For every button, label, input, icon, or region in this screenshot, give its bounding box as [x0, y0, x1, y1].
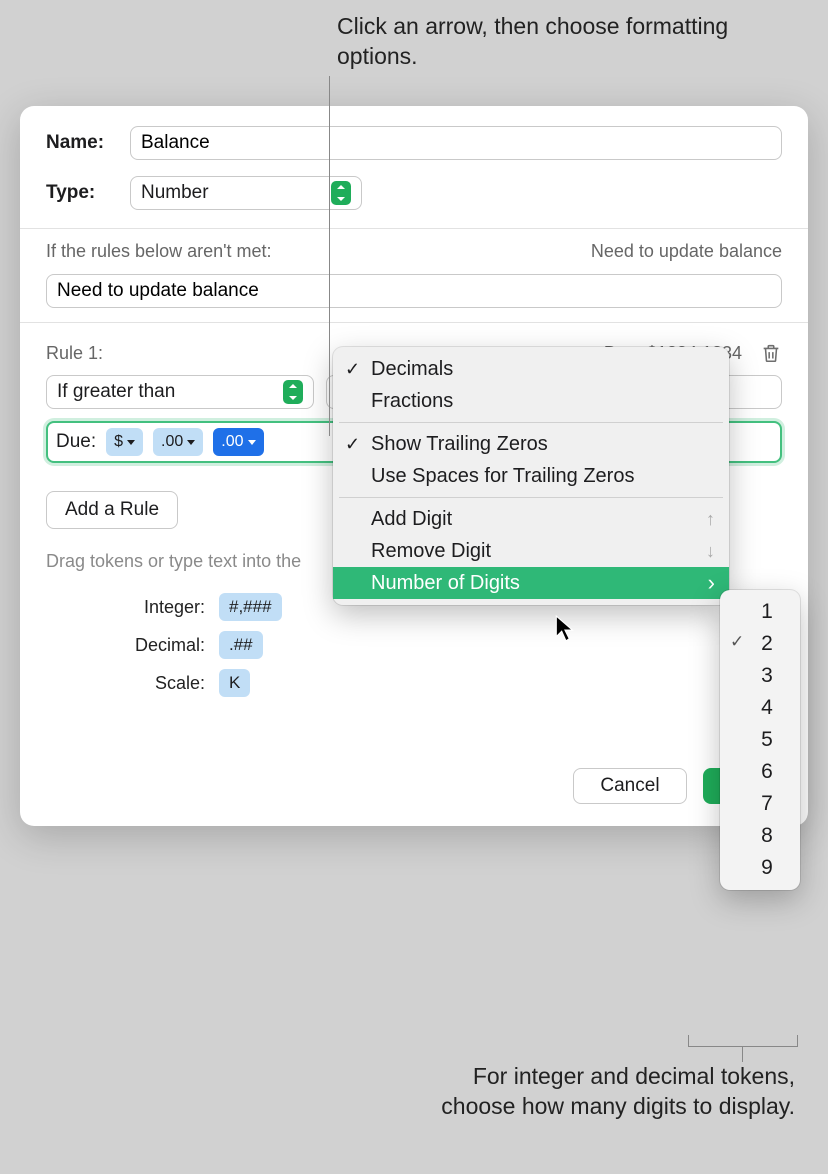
- condition-value-text: If greater than: [57, 381, 175, 403]
- menu-item-fractions[interactable]: Fractions: [333, 385, 729, 417]
- menu-item-decimals[interactable]: Decimals: [333, 353, 729, 385]
- token-label: .00: [161, 433, 183, 451]
- popup-arrows-icon: [283, 380, 303, 404]
- menu-item-remove-digit[interactable]: Remove Digit ↓: [333, 535, 729, 567]
- type-popup[interactable]: Number: [130, 176, 362, 210]
- submenu-item[interactable]: 9: [720, 852, 800, 884]
- integer-token[interactable]: #,###: [219, 593, 282, 621]
- name-input[interactable]: [130, 126, 782, 160]
- cancel-button[interactable]: Cancel: [573, 768, 686, 804]
- menu-separator: [339, 422, 723, 423]
- token-label: .00: [221, 433, 243, 451]
- menu-item-spaces-trailing[interactable]: Use Spaces for Trailing Zeros: [333, 460, 729, 492]
- currency-token[interactable]: $: [106, 428, 143, 456]
- add-rule-button[interactable]: Add a Rule: [46, 491, 178, 529]
- decimal-label: Decimal:: [110, 635, 205, 656]
- submenu-item[interactable]: 7: [720, 788, 800, 820]
- popup-arrows-icon: [331, 181, 351, 205]
- decimal-token[interactable]: .00: [153, 428, 203, 456]
- decimal-token-palette[interactable]: .##: [219, 631, 263, 659]
- submenu-item[interactable]: 1: [720, 596, 800, 628]
- cursor-icon: [555, 615, 577, 648]
- integer-label: Integer:: [110, 597, 205, 618]
- up-arrow-icon: ↑: [706, 509, 715, 530]
- submenu-item[interactable]: 2: [720, 628, 800, 660]
- callout-bottom-text: For integer and decimal tokens, choose h…: [440, 1062, 795, 1122]
- menu-item-number-of-digits[interactable]: Number of Digits: [333, 567, 729, 599]
- chevron-down-icon: [248, 440, 256, 445]
- submenu-item[interactable]: 3: [720, 660, 800, 692]
- scale-token[interactable]: K: [219, 669, 250, 697]
- decimal-token-selected[interactable]: .00: [213, 428, 263, 456]
- token-options-menu: Decimals Fractions Show Trailing Zeros U…: [333, 347, 729, 605]
- divider: [20, 322, 808, 323]
- name-label: Name:: [46, 132, 130, 154]
- token-palette: Integer: #,### Decimal: .## Scale: K: [110, 588, 808, 702]
- submenu-item[interactable]: 4: [720, 692, 800, 724]
- chevron-down-icon: [127, 440, 135, 445]
- trash-icon[interactable]: [760, 341, 782, 365]
- callout-top-leader: [329, 76, 330, 436]
- fallback-label: If the rules below aren't met:: [46, 241, 272, 261]
- callout-top-text: Click an arrow, then choose formatting o…: [337, 12, 737, 72]
- scale-label: Scale:: [110, 673, 205, 694]
- token-prefix-text: Due:: [56, 431, 96, 453]
- down-arrow-icon: ↓: [706, 541, 715, 562]
- menu-item-add-digit[interactable]: Add Digit ↑: [333, 503, 729, 535]
- type-label: Type:: [46, 182, 130, 204]
- submenu-item[interactable]: 5: [720, 724, 800, 756]
- chevron-down-icon: [187, 440, 195, 445]
- menu-separator: [339, 497, 723, 498]
- callout-bracket-stem: [742, 1047, 743, 1062]
- rule-title: Rule 1:: [46, 343, 103, 364]
- condition-popup[interactable]: If greater than: [46, 375, 314, 409]
- menu-label: Add Digit: [371, 508, 452, 531]
- callout-bracket: [688, 1035, 798, 1047]
- fallback-input[interactable]: [46, 274, 782, 308]
- digits-submenu: 1 2 3 4 5 6 7 8 9: [720, 590, 800, 890]
- submenu-item[interactable]: 8: [720, 820, 800, 852]
- menu-label: Remove Digit: [371, 540, 491, 563]
- fallback-preview: Need to update balance: [591, 241, 782, 262]
- type-value: Number: [141, 182, 209, 204]
- menu-item-show-trailing[interactable]: Show Trailing Zeros: [333, 428, 729, 460]
- submenu-item[interactable]: 6: [720, 756, 800, 788]
- token-label: $: [114, 433, 123, 451]
